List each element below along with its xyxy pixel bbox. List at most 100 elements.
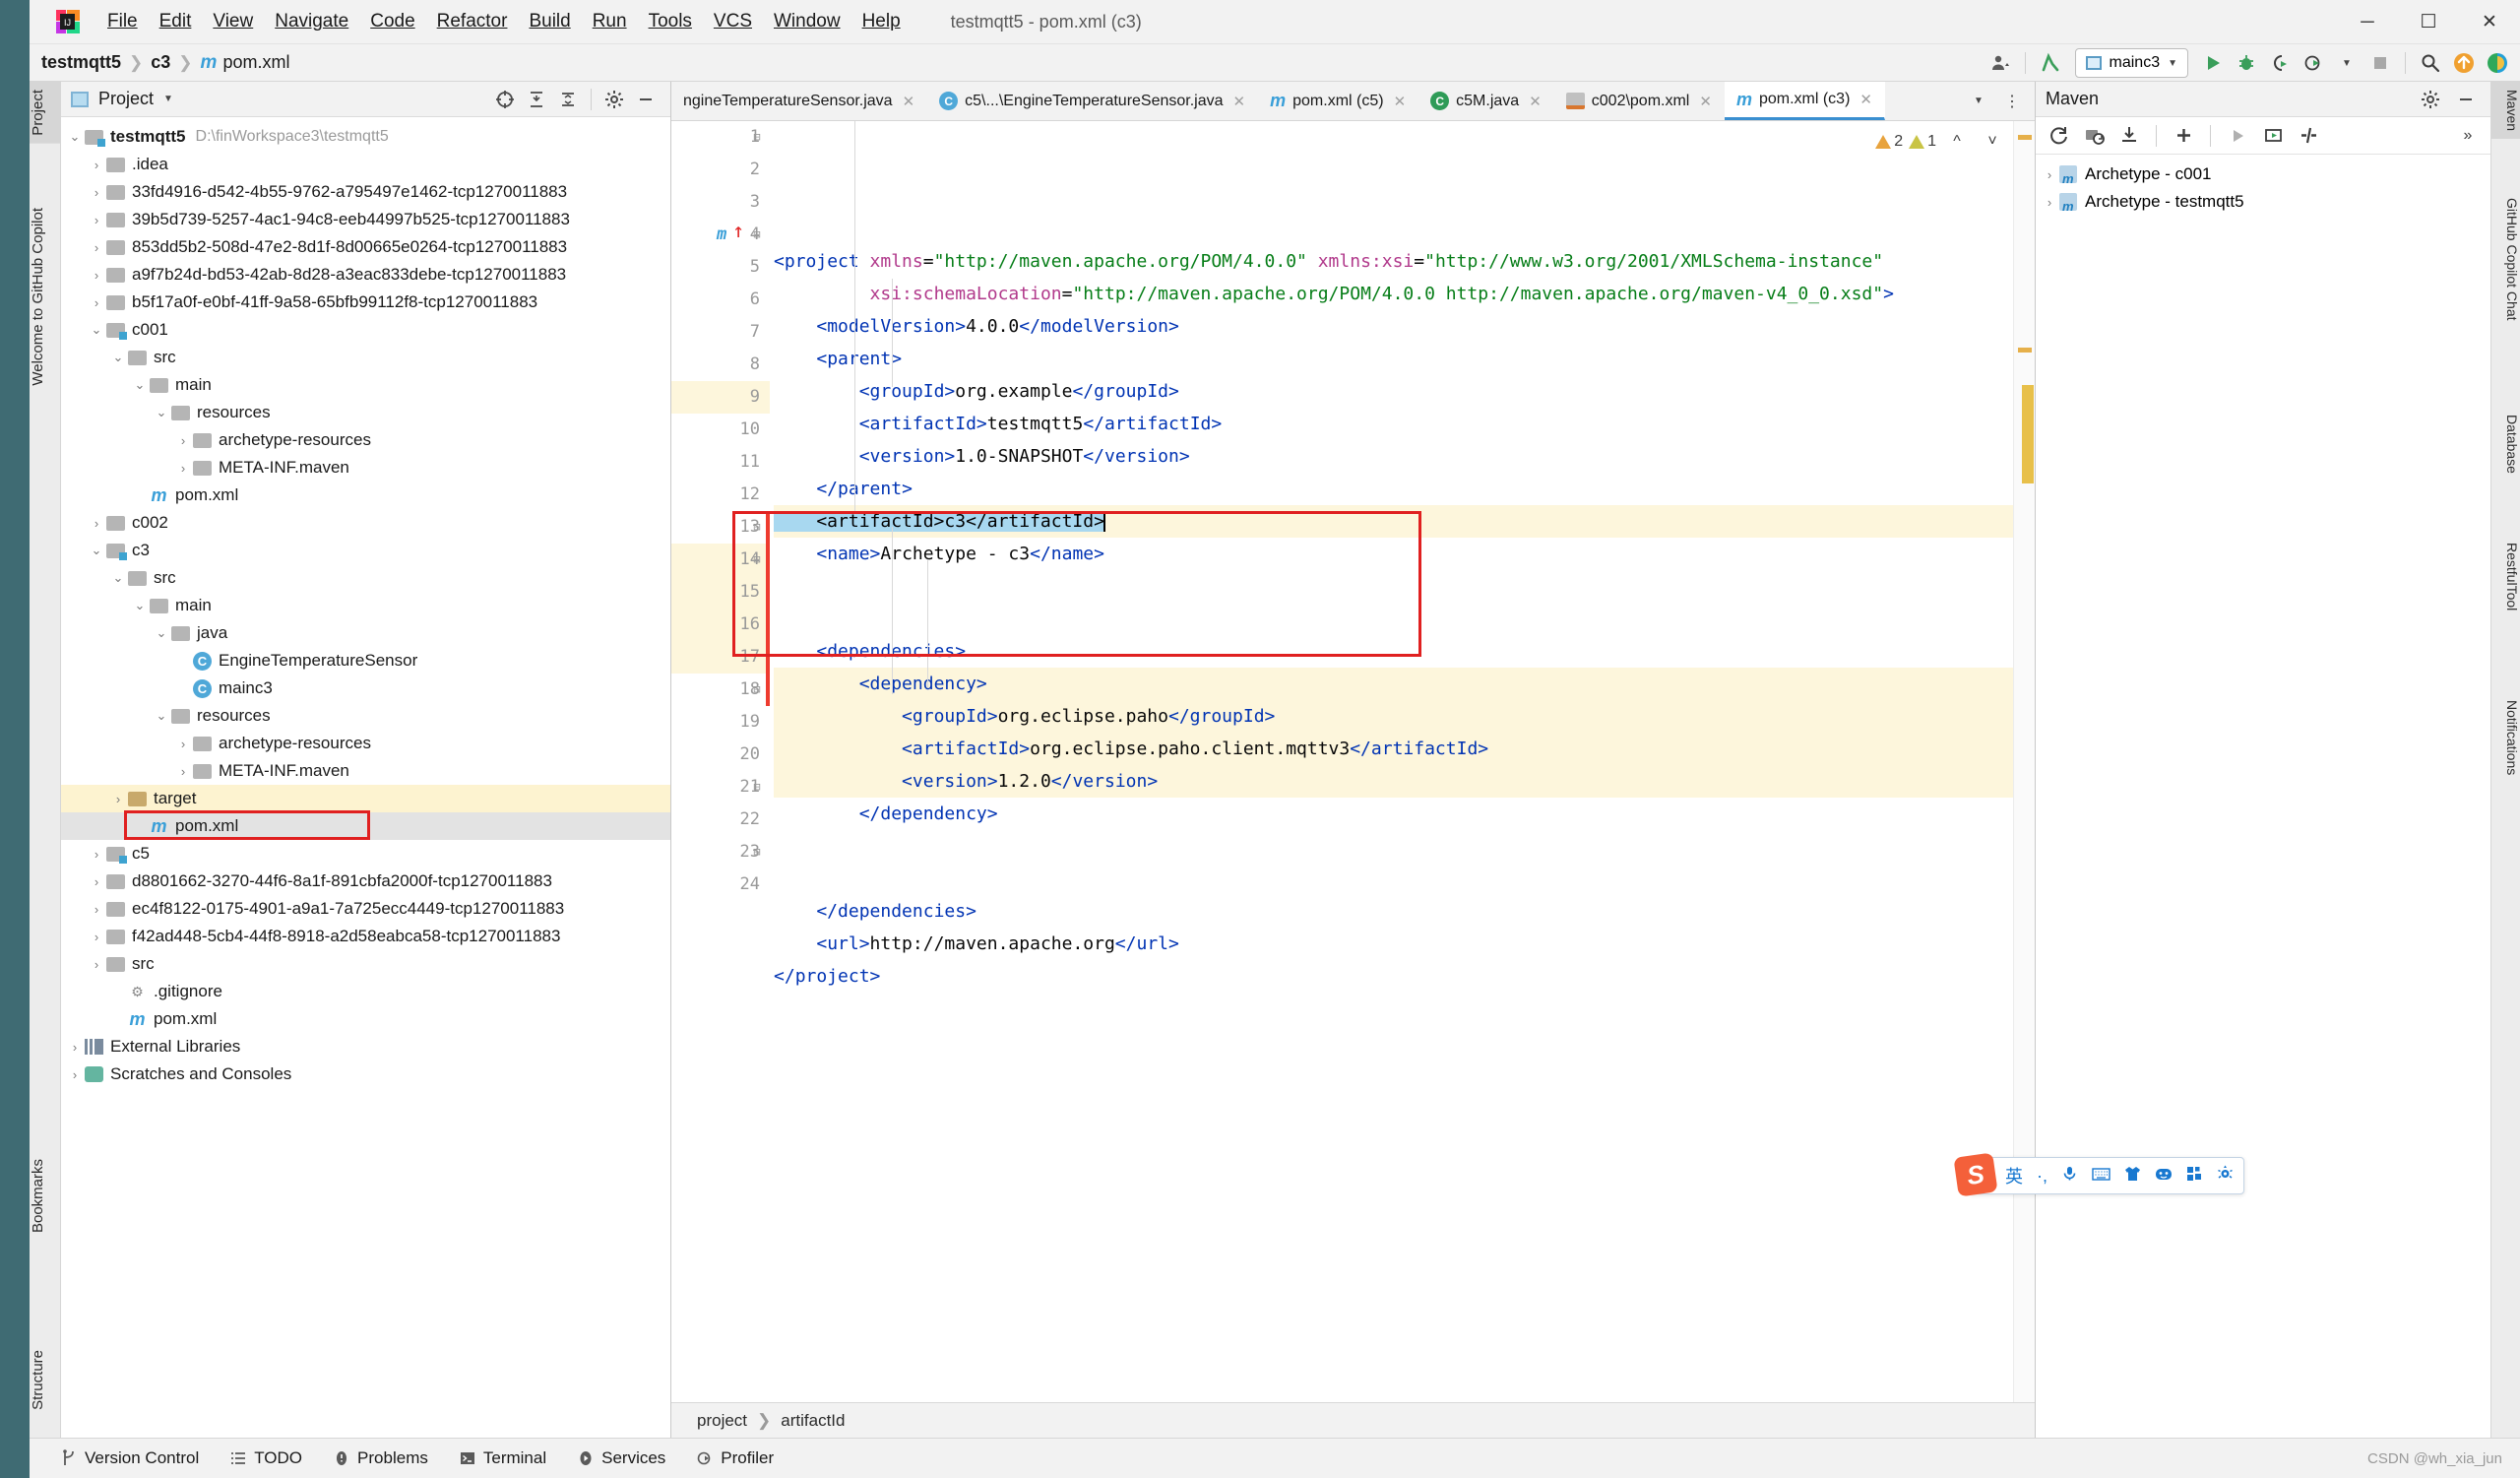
tree-item[interactable]: C EngineTemperatureSensor	[61, 647, 670, 675]
code-line[interactable]: </dependency>	[774, 798, 2035, 830]
debug-button[interactable]	[2232, 48, 2261, 78]
code-line[interactable]	[774, 830, 2035, 863]
menu-help[interactable]: Help	[851, 9, 912, 34]
expand-arrow-icon[interactable]: ⌄	[130, 598, 150, 613]
gutter-line-number[interactable]: 17	[671, 641, 770, 674]
code-line[interactable]: <version>1.0-SNAPSHOT</version>	[774, 440, 2035, 473]
code-fold-icon[interactable]: ⊟	[750, 781, 764, 795]
menu-refactor[interactable]: Refactor	[426, 9, 519, 34]
editor-tab[interactable]: ngineTemperatureSensor.java ✕	[671, 82, 927, 120]
tool-window-structure[interactable]: Structure	[30, 1342, 61, 1418]
editor-tab[interactable]: Cc5\...\EngineTemperatureSensor.java ✕	[927, 82, 1258, 120]
tool-window-restfultool[interactable]: RestfulTool	[2490, 535, 2520, 618]
menu-tools[interactable]: Tools	[638, 9, 703, 34]
tool-window-github-copilot-chat[interactable]: GitHub Copilot Chat	[2490, 190, 2520, 329]
gutter-line-number[interactable]: 18 ⊟	[671, 674, 770, 706]
inspection-marker-top[interactable]	[2018, 135, 2032, 140]
tool-window-notifications[interactable]: Notifications	[2490, 692, 2520, 783]
tree-item[interactable]: › a9f7b24d-bd53-42ab-8d28-a3eac833debe-tc…	[61, 261, 670, 289]
tree-item[interactable]: ⚙ .gitignore	[61, 978, 670, 1005]
tool-window-bookmarks[interactable]: Bookmarks	[30, 1151, 61, 1241]
tree-item[interactable]: › target	[61, 785, 670, 812]
expand-arrow-icon[interactable]: ›	[87, 930, 106, 944]
editor-code-content[interactable]: <project xmlns="http://maven.apache.org/…	[770, 121, 2035, 1402]
gutter-line-number[interactable]: 3	[671, 186, 770, 219]
emoji-icon[interactable]	[2155, 1166, 2173, 1187]
code-line[interactable]: </project>	[774, 960, 2035, 993]
tree-item[interactable]: › archetype-resources	[61, 426, 670, 454]
expand-arrow-icon[interactable]: ›	[173, 737, 193, 751]
gutter-line-number[interactable]: 1 ⊟	[671, 121, 770, 154]
status-version-control[interactable]: Version Control	[45, 1448, 215, 1468]
tree-item[interactable]: › Scratches and Consoles	[61, 1060, 670, 1088]
vcs-modified-marker[interactable]	[766, 511, 770, 706]
expand-arrow-icon[interactable]: ⌄	[108, 570, 128, 586]
code-line[interactable]: <dependencies>	[774, 635, 2035, 668]
bottom-breadcrumb-artifactid[interactable]: artifactId	[781, 1411, 845, 1431]
inspection-marker-mid[interactable]	[2018, 348, 2032, 353]
profile-button[interactable]	[2299, 48, 2328, 78]
close-tab-icon[interactable]: ✕	[1233, 93, 1246, 110]
expand-arrow-icon[interactable]: ›	[87, 185, 106, 200]
code-line[interactable]: </dependencies>	[774, 895, 2035, 928]
code-line[interactable]	[774, 863, 2035, 895]
editor-tab-bar[interactable]: ngineTemperatureSensor.java ✕ Cc5\...\Engi…	[671, 82, 2035, 121]
menu-build[interactable]: Build	[518, 9, 581, 34]
expand-arrow-icon[interactable]: ›	[87, 268, 106, 283]
editor-scrollbar[interactable]	[2013, 121, 2035, 1402]
gear-icon[interactable]	[2416, 85, 2445, 114]
code-fold-icon[interactable]: ⊟	[750, 228, 764, 242]
gutter-line-number[interactable]: 14 ⊟	[671, 544, 770, 576]
scroll-down-icon[interactable]: ˅	[1978, 127, 2007, 157]
expand-arrow-icon[interactable]: ⌄	[130, 377, 150, 393]
code-fold-icon[interactable]: ⊟	[750, 683, 764, 697]
gutter-line-number[interactable]: 7	[671, 316, 770, 349]
ime-toolbar[interactable]: S 英 ·,	[1953, 1152, 2244, 1197]
inspection-widget[interactable]: 2 1 ^ ˅	[1875, 127, 2007, 157]
settings-sync-icon[interactable]	[1985, 48, 2015, 78]
expand-arrow-icon[interactable]: ›	[87, 847, 106, 862]
expand-all-icon[interactable]	[522, 85, 551, 114]
tree-item[interactable]: ⌄ testmqtt5 D:\finWorkspace3\testmqtt5	[61, 123, 670, 151]
gutter-line-number[interactable]: 15	[671, 576, 770, 609]
hide-panel-icon[interactable]	[2451, 85, 2481, 114]
code-line[interactable]: <artifactId>testmqtt5</artifactId>	[774, 408, 2035, 440]
skin-icon[interactable]	[2124, 1166, 2141, 1187]
maven-project-tree[interactable]: › Archetype - c001 › Archetype - testmqtt5	[2036, 155, 2490, 222]
tree-item[interactable]: › archetype-resources	[61, 730, 670, 757]
keyboard-icon[interactable]	[2092, 1166, 2110, 1187]
editor-tab[interactable]: c002\pom.xml ✕	[1554, 82, 1725, 120]
editor-tab[interactable]: Cc5M.java ✕	[1418, 82, 1554, 120]
download-sources-icon[interactable]	[2114, 121, 2144, 151]
expand-arrow-icon[interactable]: ⌄	[152, 625, 171, 641]
menu-code[interactable]: Code	[359, 9, 425, 34]
scroll-up-icon[interactable]: ^	[1942, 127, 1972, 157]
code-line[interactable]: <parent>	[774, 343, 2035, 375]
gutter-line-number[interactable]: 22	[671, 803, 770, 836]
tree-item[interactable]: m pom.xml	[61, 482, 670, 509]
menu-vcs[interactable]: VCS	[703, 9, 763, 34]
tree-item[interactable]: ⌄ src	[61, 564, 670, 592]
expand-arrow-icon[interactable]: ⌄	[87, 543, 106, 558]
search-everywhere-icon[interactable]	[2416, 48, 2445, 78]
expand-arrow-icon[interactable]: ›	[65, 1040, 85, 1055]
close-tab-icon[interactable]: ✕	[1859, 91, 1872, 108]
expand-arrow-icon[interactable]: ›	[108, 792, 128, 806]
expand-arrow-icon[interactable]: ›	[2040, 195, 2059, 210]
tree-item[interactable]: › .idea	[61, 151, 670, 178]
breadcrumb-module[interactable]: c3	[151, 52, 170, 73]
gutter-line-number[interactable]: 23 ⊞	[671, 836, 770, 868]
expand-arrow-icon[interactable]: ⌄	[152, 708, 171, 724]
scroll-thumb[interactable]	[2022, 385, 2034, 483]
close-tab-icon[interactable]: ✕	[1699, 93, 1712, 110]
gutter-line-number[interactable]: 20	[671, 739, 770, 771]
code-line[interactable]: <modelVersion>4.0.0</modelVersion>	[774, 310, 2035, 343]
code-line[interactable]: <version>1.2.0</version>	[774, 765, 2035, 798]
expand-arrow-icon[interactable]: ›	[65, 1067, 85, 1082]
code-fold-icon[interactable]: ⊟	[750, 131, 764, 145]
expand-arrow-icon[interactable]: ⌄	[108, 350, 128, 365]
tree-item[interactable]: ⌄ main	[61, 592, 670, 619]
toggle-offline-icon[interactable]	[2294, 121, 2323, 151]
tree-item[interactable]: › src	[61, 950, 670, 978]
collapse-all-icon[interactable]	[553, 85, 583, 114]
